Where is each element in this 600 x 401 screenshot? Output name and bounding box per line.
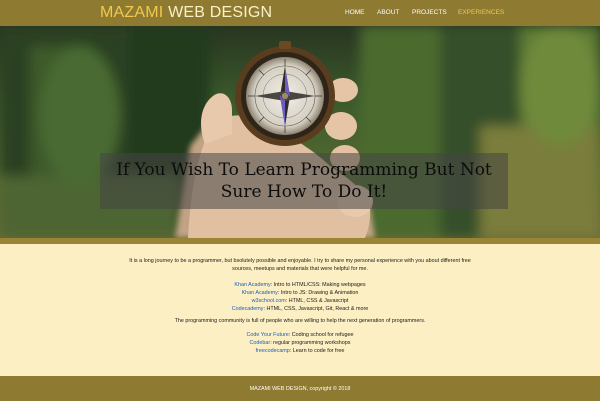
site-header: MAZAMI WEB DESIGN HOME ABOUT PROJECTS EX… (0, 0, 600, 26)
resource-link-khan-academy-js[interactable]: Khan Academy (242, 290, 278, 296)
nav-home[interactable]: HOME (345, 9, 365, 16)
nav-about[interactable]: ABOUT (377, 9, 399, 16)
community-resource-item: Codebar: regular programming workshops (0, 340, 600, 348)
brand-name-primary: MAZAMI (100, 4, 164, 21)
community-resource-item: freecodecamp: Learn to code for free (0, 348, 600, 356)
resource-description: : Intro to JS: Drawing & Animation (277, 290, 359, 296)
site-footer: MAZAMI WEB DESIGN, copyright © 2018 (0, 376, 600, 401)
nav-experiences[interactable]: EXPERIENCES (458, 9, 504, 16)
learning-resource-item: w3school.com: HTML, CSS & Javascript (0, 298, 600, 306)
resource-link-w3school[interactable]: w3school.com (252, 298, 286, 304)
resource-link-codebar[interactable]: Codebar (250, 340, 271, 346)
learning-resource-item: Khan Academy: Intro to HTML/CSS: Making … (0, 282, 600, 290)
resource-link-khan-academy-html[interactable]: Khan Academy (234, 282, 270, 288)
resource-description: : Learn to code for free (289, 348, 345, 354)
hero-tagline: If You Wish To Learn Programming But Not… (100, 153, 508, 209)
resource-link-freecodecamp[interactable]: freecodecamp (256, 348, 290, 354)
copyright-text: MAZAMI WEB DESIGN, copyright © 2018 (249, 385, 351, 392)
main-content: It is a long journey to be a programmer,… (0, 244, 600, 376)
resource-link-code-your-future[interactable]: Code Your Future (247, 332, 289, 338)
brand-name-secondary: WEB DESIGN (168, 4, 273, 21)
resource-description: : Coding school for refugee (288, 332, 354, 338)
intro-paragraph: It is a long journey to be a programmer,… (129, 258, 471, 272)
resource-description: : HTML, CSS & Javascript (285, 298, 349, 304)
resource-link-codecademy[interactable]: Codecademy (232, 306, 264, 312)
resource-description: : regular programming workshops (270, 340, 351, 346)
community-paragraph: The programming community is full of peo… (174, 318, 426, 324)
community-resource-item: Code Your Future: Coding school for refu… (0, 332, 600, 340)
nav-projects[interactable]: PROJECTS (412, 9, 447, 16)
learning-resource-item: Khan Academy: Intro to JS: Drawing & Ani… (0, 290, 600, 298)
learning-resource-item: Codecademy: HTML, CSS, Javascript, Git, … (0, 306, 600, 314)
resource-description: : HTML, CSS, Javascript, Git, React & mo… (263, 306, 369, 312)
resource-description: : Intro to HTML/CSS: Making webpages (270, 282, 366, 288)
brand-logo[interactable]: MAZAMI WEB DESIGN (100, 4, 272, 22)
hero-banner: If You Wish To Learn Programming But Not… (0, 26, 600, 238)
